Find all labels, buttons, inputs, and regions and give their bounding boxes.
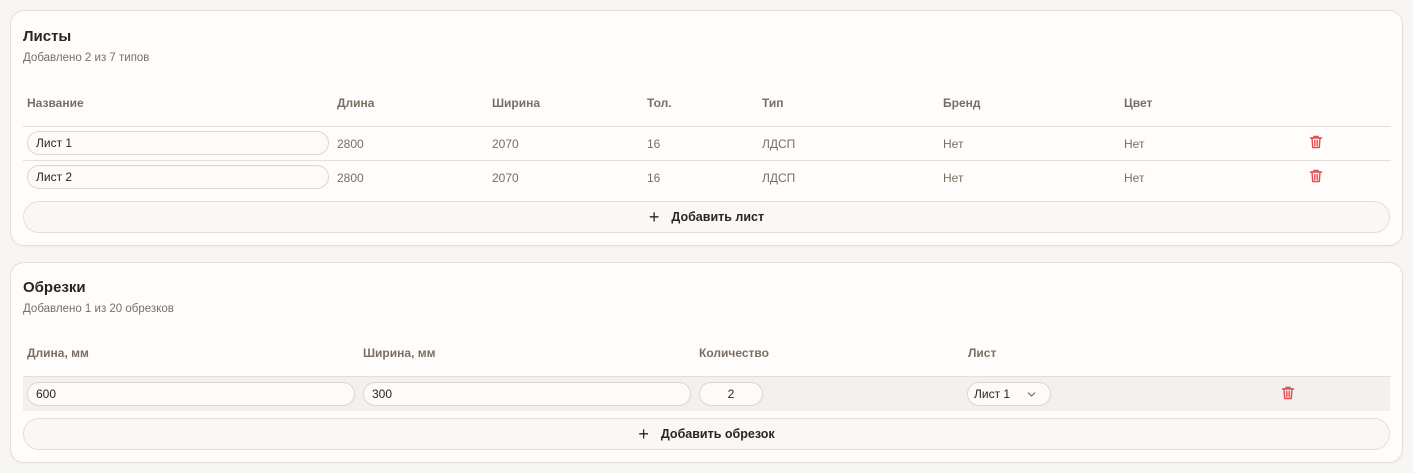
sheet-width: 2070 bbox=[492, 137, 519, 151]
trash-icon[interactable] bbox=[1308, 168, 1324, 184]
sheet-brand: Нет bbox=[943, 137, 964, 151]
add-offcut-button[interactable]: + Добавить обрезок bbox=[23, 418, 1390, 450]
column-header-width: Ширина, мм bbox=[363, 346, 436, 360]
offcut-quantity-input[interactable] bbox=[699, 382, 763, 406]
offcuts-title: Обрезки bbox=[23, 279, 86, 296]
offcut-sheet-value: Лист 1 bbox=[974, 387, 1011, 401]
offcut-length-input[interactable] bbox=[27, 382, 355, 406]
offcuts-card: Обрезки Добавлено 1 из 20 обрезков Длина… bbox=[10, 262, 1403, 463]
sheet-brand: Нет bbox=[943, 171, 964, 185]
column-header-brand: Бренд bbox=[943, 96, 981, 110]
offcut-sheet-select[interactable]: Лист 1 bbox=[967, 382, 1051, 406]
sheet-type: ЛДСП bbox=[762, 171, 796, 185]
chevron-down-icon bbox=[1027, 392, 1036, 397]
trash-icon[interactable] bbox=[1308, 134, 1324, 150]
plus-icon: + bbox=[638, 424, 649, 444]
column-header-sheet: Лист bbox=[968, 346, 997, 360]
add-offcut-label: Добавить обрезок bbox=[660, 427, 775, 441]
column-header-quantity: Количество bbox=[699, 346, 769, 360]
sheets-card: Листы Добавлено 2 из 7 типов Название Дл… bbox=[10, 10, 1403, 246]
column-header-color: Цвет bbox=[1124, 96, 1153, 110]
column-header-type: Тип bbox=[762, 96, 784, 110]
sheet-name-input[interactable] bbox=[27, 165, 329, 189]
column-header-length: Длина bbox=[337, 96, 375, 110]
sheet-length: 2800 bbox=[337, 137, 364, 151]
header-divider bbox=[23, 126, 1391, 127]
plus-icon: + bbox=[648, 207, 660, 227]
trash-icon[interactable] bbox=[1280, 385, 1296, 401]
sheet-thickness: 16 bbox=[647, 137, 661, 151]
sheets-subtitle: Добавлено 2 из 7 типов bbox=[23, 52, 150, 64]
sheet-width: 2070 bbox=[492, 171, 519, 185]
row-divider bbox=[23, 160, 1391, 161]
sheet-color: Нет bbox=[1124, 137, 1145, 151]
offcuts-subtitle: Добавлено 1 из 20 обрезков bbox=[23, 303, 174, 315]
offcut-width-input[interactable] bbox=[363, 382, 691, 406]
sheet-thickness: 16 bbox=[647, 171, 661, 185]
column-header-name: Название bbox=[27, 96, 84, 110]
sheet-length: 2800 bbox=[337, 171, 364, 185]
column-header-width: Ширина bbox=[492, 96, 541, 110]
add-sheet-button[interactable]: + Добавить лист bbox=[23, 201, 1390, 233]
sheet-color: Нет bbox=[1124, 171, 1145, 185]
sheets-title: Листы bbox=[23, 28, 72, 45]
sheet-name-input[interactable] bbox=[27, 131, 329, 155]
column-header-thickness: Тол. bbox=[647, 96, 672, 110]
column-header-length: Длина, мм bbox=[27, 346, 89, 360]
sheet-type: ЛДСП bbox=[762, 137, 796, 151]
add-sheet-label: Добавить лист bbox=[671, 210, 765, 224]
